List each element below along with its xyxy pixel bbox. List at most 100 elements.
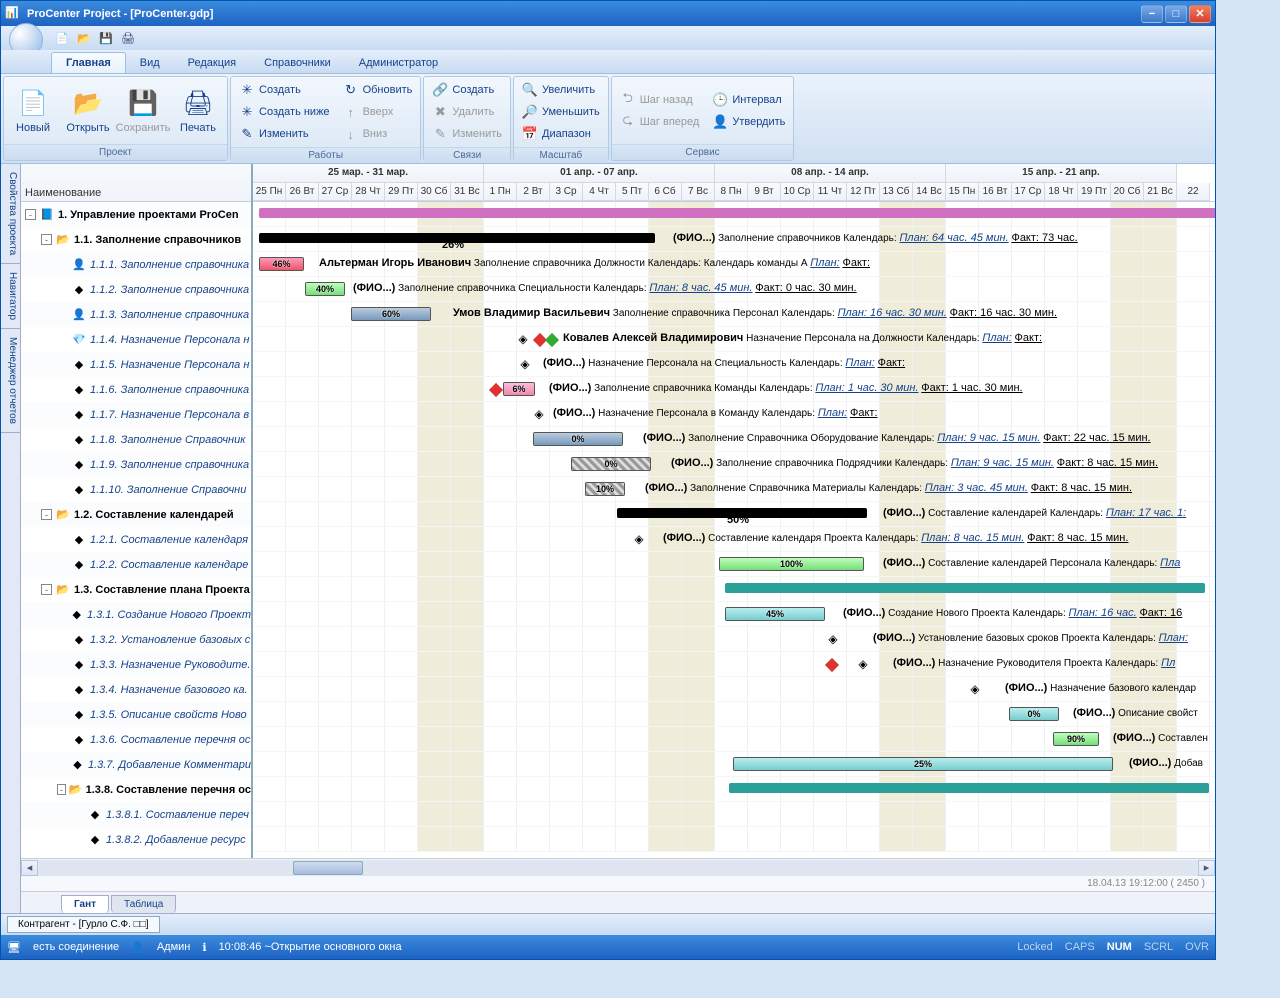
maximize-button[interactable]: □	[1165, 5, 1187, 23]
create-below-button[interactable]: ✳Создать ниже	[233, 101, 336, 123]
gantt-bar[interactable]: 0%	[1009, 707, 1059, 721]
tree-row[interactable]: ◆1.3.8.2. Добавление ресурс	[21, 827, 251, 852]
gantt-milestone[interactable]: ◈	[629, 532, 649, 546]
ribbon-tab[interactable]: Редакция	[174, 53, 250, 73]
qat-print-icon[interactable]: 🖨	[119, 29, 137, 47]
qat-save-icon[interactable]: 💾	[97, 29, 115, 47]
open-button[interactable]: 📂Открыть	[61, 79, 115, 142]
tree-row[interactable]: -📂1.3.8. Составление перечня ос	[21, 777, 251, 802]
view-tab[interactable]: Гант	[61, 895, 109, 913]
link-delete-button[interactable]: ✖Удалить	[426, 101, 508, 123]
minimize-button[interactable]: −	[1141, 5, 1163, 23]
tree-row[interactable]: ◆1.3.3. Назначение Руководите.	[21, 652, 251, 677]
tree-row[interactable]: ◆1.1.9. Заполнение справочника	[21, 452, 251, 477]
qat-open-icon[interactable]: 📂	[75, 29, 93, 47]
ribbon-tab[interactable]: Главная	[51, 52, 126, 73]
print-button[interactable]: 🖨Печать	[171, 79, 225, 142]
tree-row[interactable]: ◆1.3.1. Создание Нового Проект	[21, 602, 251, 627]
scroll-right-icon[interactable]: ▸	[1198, 860, 1215, 876]
gantt-bar[interactable]: 0%	[533, 432, 623, 446]
scroll-thumb[interactable]	[293, 861, 363, 875]
tree-row[interactable]: ◆1.1.2. Заполнение справочника	[21, 277, 251, 302]
create-button[interactable]: ✳Создать	[233, 79, 336, 101]
tree-row[interactable]: 👤1.1.1. Заполнение справочника	[21, 252, 251, 277]
gantt-chart[interactable]: 25 мар. - 31 мар.01 апр. - 07 апр.08 апр…	[253, 164, 1215, 858]
tree-row[interactable]: ◆1.2.1. Составление календаря	[21, 527, 251, 552]
expand-toggle[interactable]: -	[25, 209, 36, 220]
tree-row[interactable]: ◆1.3.8.1. Составление переч	[21, 802, 251, 827]
ribbon-tab[interactable]: Справочники	[250, 53, 345, 73]
step-back-button[interactable]: ⮌Шаг назад	[614, 89, 706, 111]
tree-row[interactable]: ◆1.2.2. Составление календаре	[21, 552, 251, 577]
gantt-milestone[interactable]: ◈	[513, 332, 533, 346]
tree-row[interactable]: ◆1.1.8. Заполнение Справочник	[21, 427, 251, 452]
gantt-milestone[interactable]: ◈	[965, 682, 985, 696]
document-tab[interactable]: Контрагент - [Гурло С.Ф. □□]	[7, 916, 160, 933]
qat-new-icon[interactable]: 📄	[53, 29, 71, 47]
refresh-button[interactable]: ↻Обновить	[337, 79, 419, 101]
close-button[interactable]: ✕	[1189, 5, 1211, 23]
side-tab[interactable]: Свойства проекта	[1, 164, 20, 264]
gantt-milestone[interactable]: ◈	[823, 632, 843, 646]
gantt-bar[interactable]: 100%	[719, 557, 864, 571]
range-button[interactable]: 📅Диапазон	[516, 123, 606, 145]
tree-row[interactable]: 👤1.1.3. Заполнение справочника	[21, 302, 251, 327]
gantt-bar[interactable]: 45%	[725, 607, 825, 621]
tree-row[interactable]: ◆1.3.7. Добавление Комментари	[21, 752, 251, 777]
ribbon-tab[interactable]: Администратор	[345, 53, 452, 73]
gantt-bar[interactable]: 46%	[259, 257, 304, 271]
link-edit-button[interactable]: ✎Изменить	[426, 123, 508, 145]
approve-button[interactable]: 👤Утвердить	[706, 111, 791, 133]
gantt-summary-bar[interactable]	[725, 583, 1205, 593]
gantt-summary-bar[interactable]	[259, 208, 1215, 218]
view-tab[interactable]: Таблица	[111, 895, 176, 913]
tree-row[interactable]: ◆1.1.6. Заполнение справочника	[21, 377, 251, 402]
tree-row[interactable]: ◆1.3.4. Назначение базового ка.	[21, 677, 251, 702]
row-label: 1.1.4. Назначение Персонала н	[90, 334, 249, 346]
gantt-bar[interactable]: 6%	[503, 382, 535, 396]
tree-row[interactable]: -📂1.1. Заполнение справочников	[21, 227, 251, 252]
expand-toggle[interactable]: -	[41, 234, 52, 245]
new-button[interactable]: 📄Новый	[6, 79, 60, 142]
gantt-milestone[interactable]: ◈	[529, 407, 549, 421]
gantt-bar[interactable]: 25%	[733, 757, 1113, 771]
group-title: Проект	[4, 144, 227, 160]
up-button[interactable]: ↑Вверх	[337, 101, 419, 123]
zoom-in-button[interactable]: 🔍Увеличить	[516, 79, 606, 101]
tree-row[interactable]: ◆1.1.5. Назначение Персонала н	[21, 352, 251, 377]
tree-row[interactable]: ◆1.1.10. Заполнение Справочни	[21, 477, 251, 502]
tree-row[interactable]: 💎1.1.4. Назначение Персонала н	[21, 327, 251, 352]
tree-header[interactable]: Наименование	[21, 164, 251, 202]
horizontal-scrollbar[interactable]: ◂ ▸	[21, 858, 1215, 876]
gantt-summary-bar[interactable]	[729, 783, 1209, 793]
scroll-left-icon[interactable]: ◂	[21, 860, 38, 876]
tree-row[interactable]: ◆1.3.5. Описание свойств Ново	[21, 702, 251, 727]
tree-row[interactable]: -📂1.2. Составление календарей	[21, 502, 251, 527]
gantt-milestone[interactable]: ◈	[853, 657, 873, 671]
gantt-bar[interactable]: 60%	[351, 307, 431, 321]
gantt-bar[interactable]: 90%	[1053, 732, 1099, 746]
tree-row[interactable]: -📂1.3. Составление плана Проекта	[21, 577, 251, 602]
gantt-bar[interactable]: 10%	[585, 482, 625, 496]
expand-toggle[interactable]: -	[57, 784, 66, 795]
tree-row[interactable]: ◆1.3.6. Составление перечня ос	[21, 727, 251, 752]
ribbon-tab[interactable]: Вид	[126, 53, 174, 73]
expand-toggle[interactable]: -	[41, 584, 52, 595]
edit-button[interactable]: ✎Изменить	[233, 123, 336, 145]
down-button[interactable]: ↓Вниз	[337, 123, 419, 145]
expand-toggle[interactable]: -	[41, 509, 52, 520]
gantt-bar[interactable]: 40%	[305, 282, 345, 296]
gantt-milestone[interactable]: ◈	[515, 357, 535, 371]
step-fwd-button[interactable]: ⮎Шаг вперед	[614, 111, 706, 133]
interval-button[interactable]: 🕒Интервал	[706, 89, 791, 111]
side-tab[interactable]: Менеджер отчетов	[1, 329, 20, 433]
save-button[interactable]: 💾Сохранить	[116, 79, 170, 142]
side-tab[interactable]: Навигатор	[1, 264, 20, 329]
zoom-out-button[interactable]: 🔎Уменьшить	[516, 101, 606, 123]
gantt-bar[interactable]: 0%	[571, 457, 651, 471]
tree-row[interactable]: ◆1.1.7. Назначение Персонала в	[21, 402, 251, 427]
link-create-button[interactable]: 🔗Создать	[426, 79, 508, 101]
row-label: 1.3.6. Составление перечня ос	[90, 734, 250, 746]
tree-row[interactable]: -📘1. Управление проектами ProCen	[21, 202, 251, 227]
tree-row[interactable]: ◆1.3.2. Установление базовых с	[21, 627, 251, 652]
